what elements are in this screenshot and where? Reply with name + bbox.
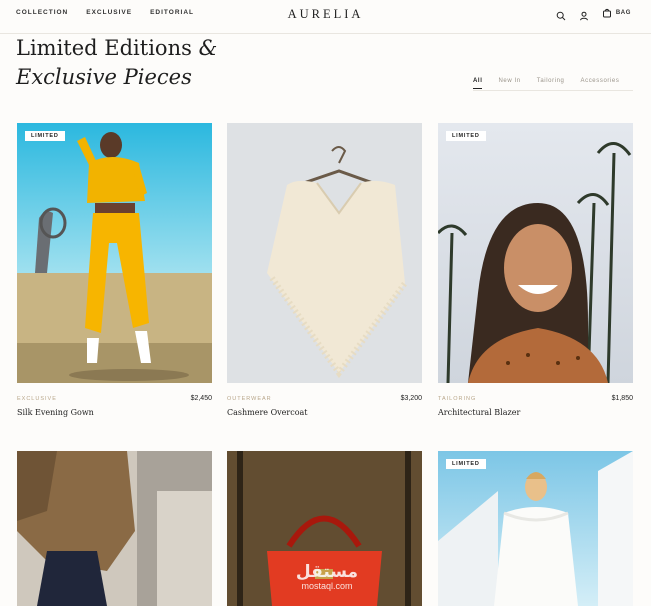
product-card[interactable]: OUTERWEAR $3,200 Cashmere Overcoat (227, 123, 422, 423)
watermark: مستقل mostaql.com (282, 563, 372, 591)
product-price: $3,200 (400, 395, 422, 402)
product-card[interactable]: مستقل mostaql.com (227, 451, 422, 606)
title-ampersand: & (198, 36, 218, 60)
product-image[interactable]: LIMITED (438, 123, 633, 383)
limited-badge: LIMITED (446, 459, 486, 469)
product-card[interactable] (17, 451, 212, 606)
product-card[interactable]: LIMITED TAILORING $1,850 Architectural B… (438, 123, 633, 423)
product-card[interactable]: LIMITED (438, 451, 633, 606)
product-image[interactable]: LIMITED (438, 451, 633, 606)
product-name[interactable]: Architectural Blazer (438, 408, 520, 417)
title-line-1: Limited Editions (16, 36, 192, 60)
product-image[interactable]: LIMITED (17, 123, 212, 383)
product-price: $1,850 (611, 395, 633, 402)
bag-button[interactable]: BAG (602, 8, 631, 18)
tab-new-in[interactable]: New In (498, 78, 520, 89)
limited-badge: LIMITED (446, 131, 486, 141)
header-actions: BAG (556, 8, 631, 21)
filter-divider (473, 90, 633, 91)
product-image[interactable]: مستقل mostaql.com (227, 451, 422, 606)
product-name[interactable]: Silk Evening Gown (17, 408, 94, 417)
product-card[interactable]: LIMITED EXCLUSIVE $2,450 Silk Evening Go… (17, 123, 212, 423)
product-image[interactable] (17, 451, 212, 606)
user-icon[interactable] (579, 8, 589, 21)
brand-logo[interactable]: AURELIA (0, 7, 651, 22)
product-category: EXCLUSIVE (17, 396, 57, 402)
product-category: OUTERWEAR (227, 396, 272, 402)
filter-tabs: All New In Tailoring Accessories (473, 78, 619, 89)
watermark-arabic: مستقل (295, 562, 359, 582)
page-title: Limited Editions & Exclusive Pieces (16, 34, 217, 92)
site-header: COLLECTION EXCLUSIVE EDITORIAL AURELIA B… (0, 0, 651, 34)
tab-tailoring[interactable]: Tailoring (537, 78, 565, 89)
search-icon[interactable] (556, 8, 566, 21)
product-price: $2,450 (190, 395, 212, 402)
product-category: TAILORING (438, 396, 477, 402)
product-name[interactable]: Cashmere Overcoat (227, 408, 308, 417)
limited-badge: LIMITED (25, 131, 65, 141)
tab-accessories[interactable]: Accessories (581, 78, 620, 89)
title-line-2: Exclusive Pieces (16, 65, 192, 89)
bag-label: BAG (615, 10, 631, 16)
watermark-latin: mostaql.com (301, 581, 353, 591)
tab-all[interactable]: All (473, 78, 483, 89)
bag-icon (602, 8, 612, 18)
product-image[interactable] (227, 123, 422, 383)
